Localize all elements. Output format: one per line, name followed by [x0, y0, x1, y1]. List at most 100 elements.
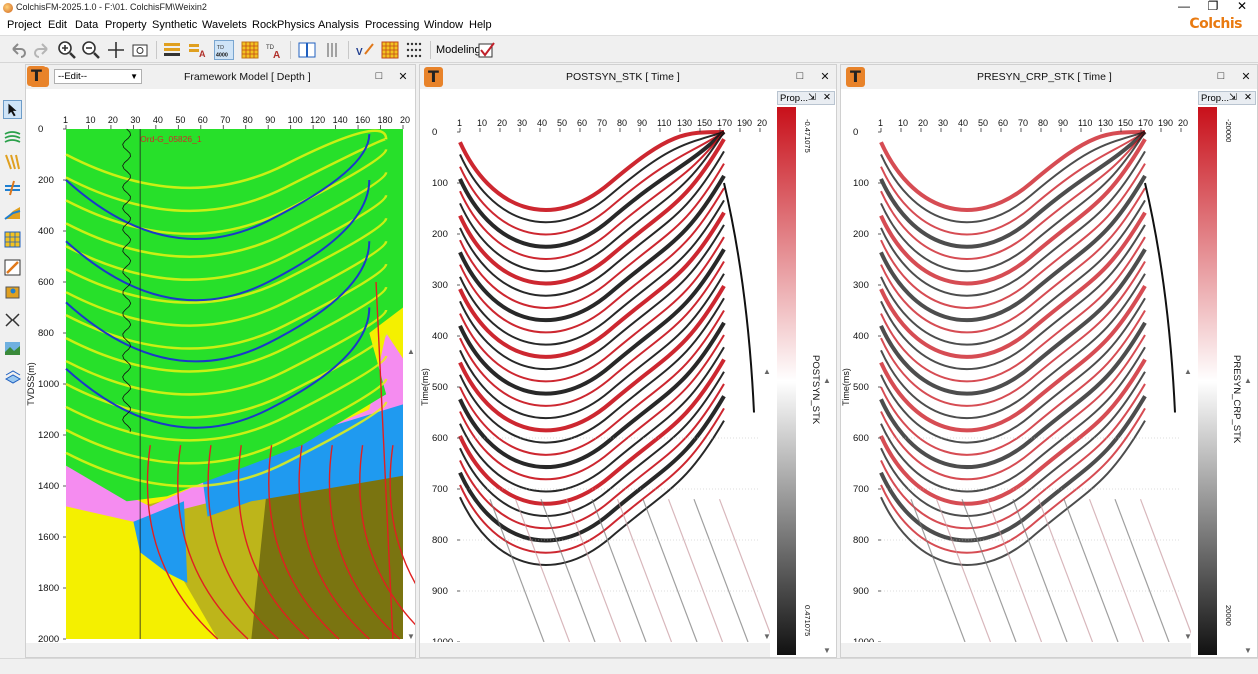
panel-maximize-button[interactable]: □	[1215, 70, 1227, 82]
x-tick-label: 70	[220, 115, 230, 125]
split-view-icon[interactable]	[297, 40, 317, 60]
grid-select-icon[interactable]	[3, 230, 22, 249]
surface-icon[interactable]	[3, 203, 22, 222]
velocity-icon[interactable]: V	[355, 40, 375, 60]
panel-maximize-button[interactable]: □	[794, 70, 806, 82]
menu-wavelets[interactable]: Wavelets	[202, 19, 247, 31]
time-toggle-button[interactable]: T	[424, 67, 443, 87]
x-tick-label: 20	[1178, 118, 1188, 128]
framework-model-view[interactable]: Ord-G_05826_1 1 10 20 30 40 50 60 70 80 90 100 120 14…	[26, 89, 415, 642]
panel-close-button[interactable]: ✕	[819, 70, 831, 83]
x-tick-label: 80	[1038, 118, 1048, 128]
x-tick-label: 150	[697, 118, 712, 128]
panel-close-button[interactable]: ✕	[397, 70, 409, 83]
title-bar: ColchisFM-2025.1.0 - F:\01. ColchisFM\We…	[0, 0, 1258, 17]
crosshair-icon[interactable]	[106, 40, 126, 60]
transform-icon[interactable]	[3, 310, 22, 329]
horizon-icon[interactable]	[3, 128, 22, 147]
scroll-arrow-icon: ▼	[1244, 646, 1252, 655]
grid-color-icon[interactable]	[240, 40, 260, 60]
volume-icon[interactable]	[3, 282, 22, 301]
x-tick-label: 20	[108, 115, 118, 125]
zoom-out-icon[interactable]	[81, 40, 101, 60]
paint-icon[interactable]	[3, 258, 22, 277]
x-tick-label: 10	[898, 118, 908, 128]
poststack-seismic-view[interactable]: 1 10 20 30 40 50 60 70 80 90 110 130 150 170 190 200100…	[420, 89, 770, 642]
undo-icon[interactable]	[8, 40, 28, 60]
pin-icon[interactable]: ⇲	[1229, 92, 1237, 103]
zoom-in-icon[interactable]	[57, 40, 77, 60]
stack-a-icon[interactable]: A	[187, 40, 207, 60]
y-tick-label: 900	[853, 586, 869, 597]
property-panel-header: Prop... ⇲ ✕	[1198, 91, 1256, 105]
time-depth-icon[interactable]: TD4000	[214, 40, 234, 60]
scroll-arrow-icon: ▼	[1184, 632, 1191, 641]
menu-processing[interactable]: Processing	[365, 19, 419, 31]
t-button[interactable]: T	[27, 66, 46, 86]
screenshot-icon[interactable]	[130, 40, 150, 60]
minimize-button[interactable]: —	[1170, 0, 1198, 16]
map-icon[interactable]	[3, 339, 22, 358]
maximize-button[interactable]: ❐	[1199, 0, 1227, 16]
menu-window[interactable]: Window	[424, 19, 463, 31]
pointer-icon[interactable]	[3, 100, 22, 119]
colorbar-min-label: 20000	[1224, 605, 1233, 626]
fault-icon[interactable]	[3, 152, 22, 171]
modeling-label[interactable]: Modeling	[436, 44, 481, 56]
menu-synthetic[interactable]: Synthetic	[152, 19, 197, 31]
y-tick-label: 1000	[853, 637, 874, 642]
x-tick-label: 110	[657, 118, 671, 128]
x-tick-label: 60	[998, 118, 1008, 128]
y-axis-label: Time(ms)	[420, 368, 430, 406]
y-tick-label: 0	[853, 127, 858, 138]
dots-grid-icon[interactable]	[404, 40, 424, 60]
y-tick-label: 1000	[38, 379, 59, 390]
x-tick-label: 10	[85, 115, 95, 125]
menu-edit[interactable]: Edit	[48, 19, 67, 31]
menu-help[interactable]: Help	[469, 19, 492, 31]
menu-data[interactable]: Data	[75, 19, 98, 31]
y-tick-label: 1400	[38, 481, 59, 492]
property-close-button[interactable]: ✕	[1244, 92, 1252, 103]
y-tick-label: 800	[853, 535, 869, 546]
property-close-button[interactable]: ✕	[823, 92, 831, 103]
redo-icon[interactable]	[32, 40, 52, 60]
horizontal-scrollbar[interactable]	[420, 643, 770, 657]
panel-header: T PRESYN_CRP_STK [ Time ] □ ✕	[841, 65, 1257, 89]
x-tick-label: 30	[938, 118, 948, 128]
menu-rockphysics[interactable]: RockPhysics	[252, 19, 315, 31]
x-tick-label: 110	[1078, 118, 1092, 128]
horizontal-scrollbar[interactable]	[26, 643, 415, 657]
panel-close-button[interactable]: ✕	[1240, 70, 1252, 83]
panel-maximize-button[interactable]: □	[373, 70, 385, 82]
prestack-seismic-view[interactable]: 1 10 20 30 40 50 60 70 80 90 110 130 150 170 190 200100…	[841, 89, 1191, 642]
menu-property[interactable]: Property	[105, 19, 147, 31]
scroll-arrow-icon: ▼	[823, 646, 831, 655]
x-tick-label: 20	[918, 118, 928, 128]
x-tick-label: 1	[878, 118, 883, 128]
modeling-check-icon[interactable]	[476, 40, 496, 60]
y-tick-label: 300	[853, 280, 869, 291]
app-icon	[3, 3, 13, 13]
pin-icon[interactable]: ⇲	[808, 92, 816, 103]
x-tick-label: 140	[333, 115, 348, 125]
layers-icon[interactable]	[162, 40, 182, 60]
text-a-icon[interactable]: TDA	[264, 40, 284, 60]
edit-select[interactable]: --Edit-- ▼	[54, 69, 142, 84]
colorbar-title: POSTSYN_STK	[810, 355, 821, 425]
y-tick-label: 600	[853, 433, 869, 444]
menu-analysis[interactable]: Analysis	[318, 19, 359, 31]
y-tick-label: 1800	[38, 583, 59, 594]
scroll-arrow-icon: ▲	[823, 376, 831, 385]
stack-layers-icon[interactable]	[3, 367, 22, 386]
x-tick-label: 10	[477, 118, 487, 128]
split-vertical-icon[interactable]	[322, 40, 342, 60]
well-line-icon[interactable]	[3, 178, 22, 197]
close-button[interactable]: ✕	[1228, 0, 1256, 16]
poststack-panel: T POSTSYN_STK [ Time ] □ ✕ 1 10 20 30 40 50 60…	[419, 64, 837, 658]
grid-icon[interactable]	[380, 40, 400, 60]
horizontal-scrollbar[interactable]	[841, 643, 1191, 657]
time-toggle-button[interactable]: T	[846, 67, 865, 87]
menu-project[interactable]: Project	[7, 19, 41, 31]
colorbar-max-label: -20000	[1224, 119, 1233, 142]
